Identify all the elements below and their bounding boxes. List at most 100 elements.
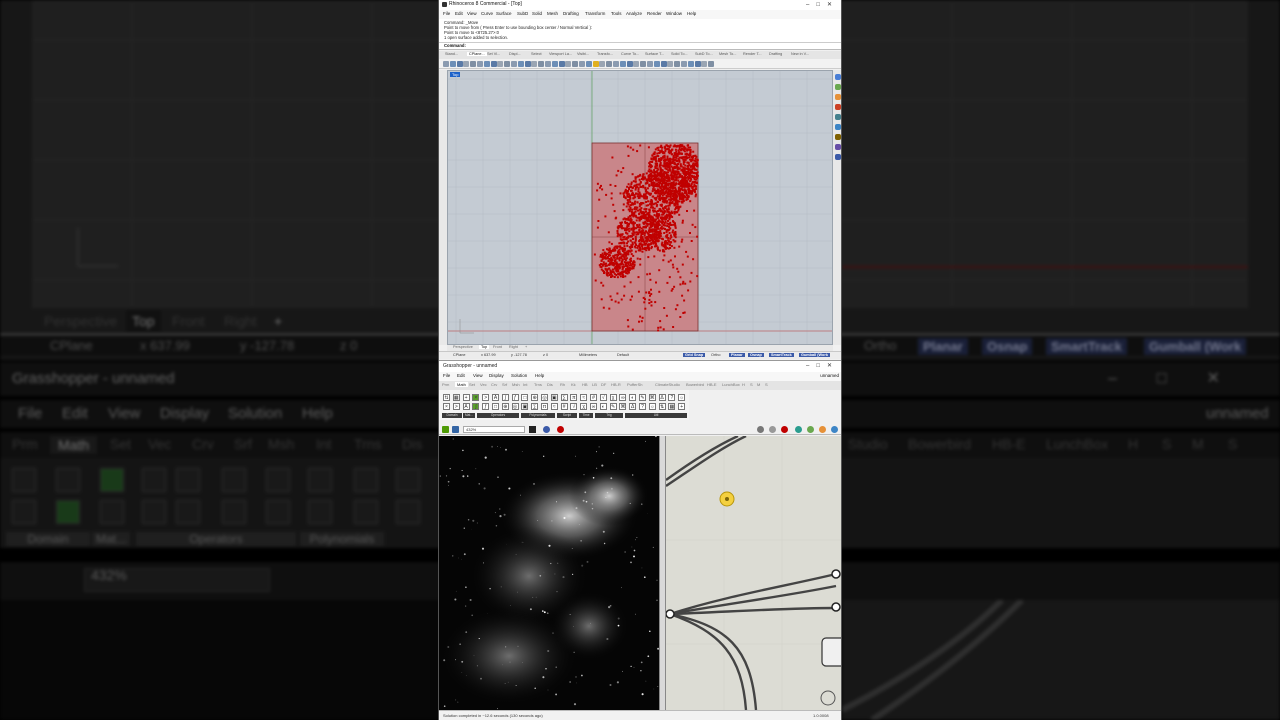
- selected-only-icon[interactable]: [807, 426, 814, 433]
- toolbar-tab[interactable]: Curve To...: [621, 52, 639, 56]
- gh-menu-view[interactable]: View: [473, 373, 483, 378]
- toolbar-command-icon[interactable]: [667, 61, 674, 67]
- toolbar-command-icon[interactable]: [524, 61, 531, 67]
- gh-tab-kk[interactable]: Kk: [571, 382, 576, 387]
- sketch-pen-icon[interactable]: [557, 426, 564, 433]
- rhino-menu-help[interactable]: Help: [687, 11, 696, 16]
- canvas-widget-icon[interactable]: [820, 690, 836, 706]
- gh-component-icon[interactable]: π: [570, 394, 578, 401]
- gh-tab-math[interactable]: Math: [455, 382, 468, 387]
- toolbar-command-icon[interactable]: [674, 61, 681, 67]
- panel-render-icon[interactable]: [835, 94, 841, 100]
- gh-component-icon[interactable]: Δ: [629, 403, 637, 410]
- gh-component-icon[interactable]: ▣: [550, 394, 558, 401]
- rhino-menu-edit[interactable]: Edit: [455, 11, 463, 16]
- toolbar-command-icon[interactable]: [497, 61, 504, 67]
- gh-component-icon[interactable]: Δ: [658, 394, 666, 401]
- rhino-menu-mesh[interactable]: Mesh: [547, 11, 558, 16]
- gh-component-icon[interactable]: ∫: [472, 403, 480, 410]
- gh-tab-h[interactable]: H: [742, 382, 745, 387]
- gh-group-time[interactable]: Time: [579, 413, 593, 418]
- gh-group-script[interactable]: Script: [557, 413, 577, 418]
- gh-component-icon[interactable]: ◐: [629, 394, 637, 401]
- gh-component-icon[interactable]: ∑: [560, 394, 568, 401]
- rhino-menu-view[interactable]: View: [467, 11, 477, 16]
- gh-menu-solution[interactable]: Solution: [511, 373, 527, 378]
- toolbar-tab[interactable]: Solid To...: [671, 52, 688, 56]
- toolbar-command-icon[interactable]: [538, 61, 545, 67]
- toolbar-command-icon[interactable]: [517, 61, 524, 67]
- gh-component-icon[interactable]: π: [541, 403, 548, 410]
- toolbar-command-icon[interactable]: [708, 61, 715, 67]
- gh-menu-display[interactable]: Display: [489, 373, 504, 378]
- gh-component-icon[interactable]: ∫: [501, 394, 509, 401]
- toolbar-command-icon[interactable]: [449, 61, 456, 67]
- gh-component-icon[interactable]: >: [452, 403, 460, 410]
- toolbar-command-icon[interactable]: [504, 61, 511, 67]
- gh-component-icon[interactable]: □: [521, 394, 529, 401]
- gh-component-icon[interactable]: ☼: [648, 403, 656, 410]
- toolbar-tab[interactable]: Displ...: [509, 52, 521, 56]
- toolbar-command-icon[interactable]: [551, 61, 558, 67]
- shaded-icon[interactable]: [781, 426, 788, 433]
- rhino-menu-file[interactable]: File: [443, 11, 450, 16]
- gh-canvas[interactable]: [666, 436, 841, 710]
- toolbar-command-icon[interactable]: [490, 61, 497, 67]
- preview-settings-icon[interactable]: [819, 426, 826, 433]
- status-cplane[interactable]: CPlane: [453, 353, 465, 357]
- rhino-menu-transform[interactable]: Transform: [585, 11, 605, 16]
- gh-component-icon[interactable]: +: [462, 394, 470, 401]
- input-grip[interactable]: [831, 602, 841, 612]
- rhino-menu-analyze[interactable]: Analyze: [626, 11, 642, 16]
- gh-component-icon[interactable]: ▦: [452, 394, 460, 401]
- gh-group-trig[interactable]: Trig: [595, 413, 623, 418]
- toolbar-command-icon[interactable]: [565, 61, 572, 67]
- gh-menu-edit[interactable]: Edit: [457, 373, 465, 378]
- gh-group-domain[interactable]: Domain: [442, 413, 462, 418]
- save-icon[interactable]: [452, 426, 459, 433]
- gh-component-icon[interactable]: ×: [443, 403, 450, 410]
- gh-menu-help[interactable]: Help: [535, 373, 544, 378]
- gh-tab-srf[interactable]: Srf: [502, 382, 507, 387]
- toolbar-command-icon[interactable]: [681, 61, 687, 67]
- tab-right[interactable]: Right: [509, 345, 518, 349]
- gh-tab-df[interactable]: DF: [601, 382, 606, 387]
- gh-group-util[interactable]: Util: [625, 413, 687, 418]
- gh-component-icon[interactable]: ∑: [531, 403, 539, 410]
- gh-component-icon[interactable]: ?: [639, 403, 646, 410]
- rhino-menu-drafting[interactable]: Drafting: [563, 11, 579, 16]
- gh-component-icon[interactable]: #: [590, 394, 597, 401]
- gh-component-icon[interactable]: +: [678, 403, 686, 410]
- zoom-dropdown[interactable]: 432%: [463, 426, 525, 433]
- gh-component-icon[interactable]: ⌘: [619, 403, 627, 410]
- ortho-button[interactable]: Ortho: [711, 353, 721, 357]
- gh-tab-hb[interactable]: HB: [582, 382, 588, 387]
- status-layer[interactable]: Default: [617, 353, 629, 357]
- panel-properties-icon[interactable]: [835, 74, 841, 80]
- toolbar-command-icon[interactable]: [558, 61, 565, 67]
- gh-tab-s[interactable]: S: [750, 382, 753, 387]
- toolbar-command-icon[interactable]: [701, 61, 708, 67]
- preview-eye-icon[interactable]: [543, 426, 550, 433]
- input-grip[interactable]: [831, 569, 841, 579]
- toolbar-command-icon[interactable]: [579, 61, 585, 67]
- gh-component-icon[interactable]: ∞: [619, 394, 627, 401]
- toolbar-command-icon[interactable]: [633, 61, 640, 67]
- toolbar-command-icon[interactable]: [653, 61, 660, 67]
- toolbar-command-icon[interactable]: [545, 61, 551, 67]
- panel-materials-icon[interactable]: [835, 104, 841, 110]
- tab-top[interactable]: Top: [479, 345, 490, 349]
- gh-tab-rh[interactable]: Rh: [560, 382, 565, 387]
- toolbar-command-icon[interactable]: [531, 61, 538, 67]
- toolbar-tab[interactable]: Visibi...: [577, 52, 589, 56]
- display-mode-icon[interactable]: [757, 426, 764, 433]
- toolbar-tab[interactable]: Select: [531, 52, 542, 56]
- gh-component-icon[interactable]: √: [599, 394, 607, 401]
- toolbar-command-icon[interactable]: [613, 61, 619, 67]
- zoom-extents-icon[interactable]: [529, 426, 536, 433]
- gh-component-icon[interactable]: ▦: [668, 403, 676, 410]
- gh-tab-trns[interactable]: Trns: [534, 382, 542, 387]
- gh-component-icon[interactable]: ⇅: [443, 394, 450, 401]
- gh-component-icon[interactable]: ⇅: [658, 403, 666, 410]
- toolbar-command-icon[interactable]: [687, 61, 694, 67]
